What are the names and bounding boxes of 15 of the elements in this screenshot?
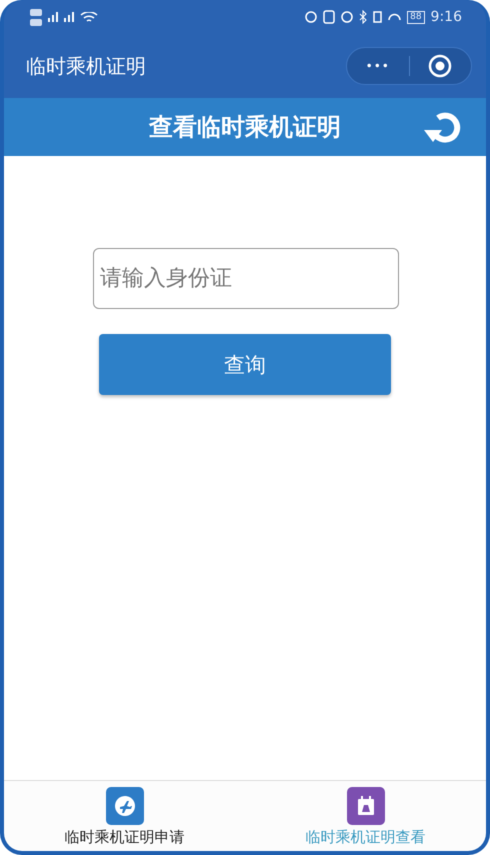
- airplane-icon: [106, 787, 144, 825]
- signal-icon: [48, 12, 58, 22]
- wifi-icon: [80, 12, 98, 22]
- query-button[interactable]: 查询: [99, 334, 391, 395]
- bluetooth-icon: [359, 10, 368, 24]
- nav-title: 临时乘机证明: [26, 52, 146, 80]
- page-title: 查看临时乘机证明: [149, 112, 341, 143]
- more-button[interactable]: •••: [347, 48, 408, 84]
- clock-time: 9:16: [430, 9, 462, 25]
- calendar-icon: [346, 787, 384, 825]
- tab-item[interactable]: 临时乘机证明申请: [4, 781, 245, 851]
- battery-level: 88: [407, 10, 425, 24]
- signal-icon: [64, 12, 74, 22]
- id-input-field[interactable]: 请输入身份证: [93, 248, 399, 309]
- close-icon[interactable]: [428, 54, 452, 78]
